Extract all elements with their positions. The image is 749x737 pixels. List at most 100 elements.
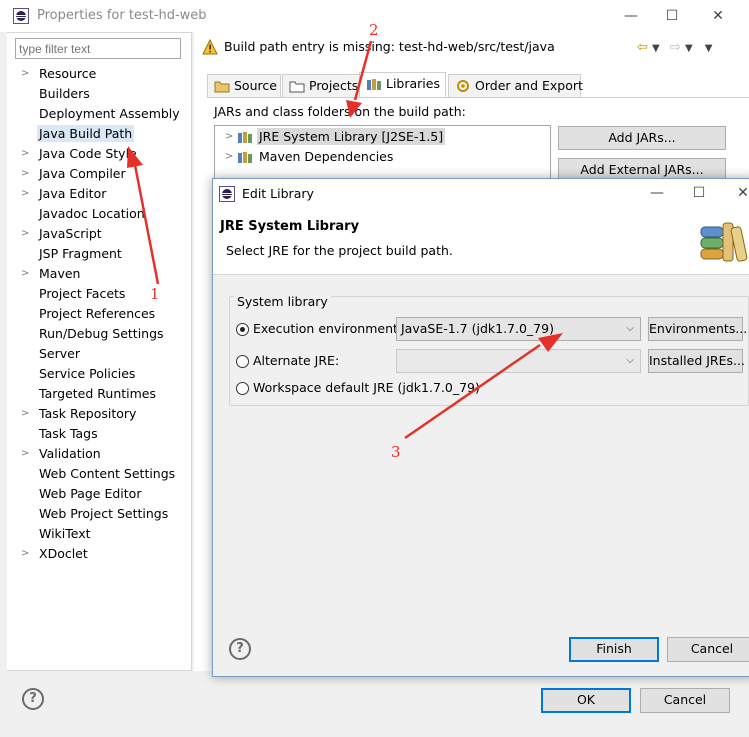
- tree-item[interactable]: Project Facets: [16, 284, 191, 304]
- library-icon: [238, 132, 252, 143]
- expand-icon[interactable]: >: [21, 544, 29, 564]
- tree-item[interactable]: Deployment Assembly: [16, 104, 191, 124]
- execution-env-radio[interactable]: Execution environment:: [236, 320, 402, 338]
- tree-item[interactable]: Java Build Path: [16, 124, 191, 144]
- radio-unselected-indicator[interactable]: [236, 355, 249, 368]
- tree-item[interactable]: > Maven: [16, 264, 191, 284]
- finish-button[interactable]: Finish: [569, 637, 659, 662]
- tree-item[interactable]: Service Policies: [16, 364, 191, 384]
- dialog-subheading: Select JRE for the project build path.: [226, 243, 453, 258]
- alternate-jre-label: Alternate JRE:: [253, 353, 340, 368]
- close-button[interactable]: ✕: [708, 6, 728, 26]
- libraries-icon: [367, 79, 381, 90]
- workspace-default-radio[interactable]: Workspace default JRE (jdk1.7.0_79): [236, 379, 480, 397]
- environments-button[interactable]: Environments...: [648, 317, 747, 341]
- tree-item[interactable]: Project References: [16, 304, 191, 324]
- tree-item[interactable]: Builders: [16, 84, 191, 104]
- tree-item-label: Task Repository: [39, 406, 137, 421]
- library-item-jre[interactable]: > JRE System Library [J2SE-1.5]: [215, 127, 446, 147]
- tree-item[interactable]: Run/Debug Settings: [16, 324, 191, 344]
- radio-selected-indicator[interactable]: [236, 323, 249, 336]
- tree-item[interactable]: > XDoclet: [16, 544, 191, 564]
- library-books-icon: [700, 222, 748, 262]
- tab-libraries[interactable]: Libraries: [359, 72, 446, 98]
- tree-item[interactable]: Targeted Runtimes: [16, 384, 191, 404]
- tree-item[interactable]: Web Page Editor: [16, 484, 191, 504]
- tree-item[interactable]: > Java Code Style: [16, 144, 191, 164]
- dialog-header: JRE System Library Select JRE for the pr…: [213, 209, 749, 275]
- tab-projects-label: Projects: [309, 78, 359, 93]
- annotation-label-3: 3: [391, 443, 401, 461]
- system-library-label: System library: [234, 294, 331, 309]
- tree-item[interactable]: > Task Repository: [16, 404, 191, 424]
- tree-item[interactable]: > Resource: [16, 64, 191, 84]
- alternate-jre-radio[interactable]: Alternate JRE:: [236, 352, 339, 370]
- window-title: Properties for test-hd-web: [37, 8, 207, 23]
- annotation-label-1: 1: [150, 285, 160, 303]
- tree-item[interactable]: > Validation: [16, 444, 191, 464]
- radio-unselected-indicator[interactable]: [236, 382, 249, 395]
- tree-item[interactable]: Web Project Settings: [16, 504, 191, 524]
- back-arrow-icon[interactable]: ⇦: [637, 40, 648, 55]
- expand-icon[interactable]: >: [21, 264, 29, 284]
- tree-item-label: JSP Fragment: [39, 246, 122, 261]
- expand-icon[interactable]: >: [21, 184, 29, 204]
- expand-icon[interactable]: >: [21, 144, 29, 164]
- filter-input[interactable]: [15, 38, 181, 59]
- tree-item[interactable]: > Java Editor: [16, 184, 191, 204]
- ok-button[interactable]: OK: [541, 688, 631, 713]
- tab-order-export-label: Order and Export: [475, 78, 583, 93]
- chevron-down-icon: ⌵: [626, 355, 634, 366]
- tree-item-label: Deployment Assembly: [39, 106, 180, 121]
- tree-item[interactable]: Server: [16, 344, 191, 364]
- expand-icon[interactable]: >: [225, 127, 233, 147]
- dialog-help-icon[interactable]: ?: [229, 638, 251, 660]
- tree-item[interactable]: > JavaScript: [16, 224, 191, 244]
- execution-env-combo[interactable]: JavaSE-1.7 (jdk1.7.0_79) ⌵: [396, 317, 641, 341]
- dialog-maximize-button[interactable]: ☐: [689, 183, 709, 203]
- tree-item-label: WikiText: [39, 526, 91, 541]
- tree-item-label: Java Code Style: [39, 146, 137, 161]
- alternate-jre-combo[interactable]: ⌵: [396, 349, 641, 373]
- expand-icon[interactable]: >: [21, 444, 29, 464]
- expand-icon[interactable]: >: [21, 64, 29, 84]
- expand-icon[interactable]: >: [21, 224, 29, 244]
- dialog-cancel-button[interactable]: Cancel: [667, 637, 749, 662]
- help-icon[interactable]: ?: [22, 688, 44, 710]
- dialog-titlebar: Edit Library — ☐ ✕: [213, 179, 749, 209]
- forward-arrow-icon[interactable]: ⇨: [670, 40, 681, 55]
- execution-env-value: JavaSE-1.7 (jdk1.7.0_79): [401, 321, 554, 336]
- tab-projects[interactable]: Projects: [282, 74, 364, 98]
- tree-item-label: Run/Debug Settings: [39, 326, 164, 341]
- tree-item[interactable]: WikiText: [16, 524, 191, 544]
- dialog-title: Edit Library: [242, 186, 314, 201]
- tree-item[interactable]: > Java Compiler: [16, 164, 191, 184]
- expand-icon[interactable]: >: [225, 147, 233, 167]
- tab-order-export[interactable]: Order and Export: [448, 74, 583, 98]
- eclipse-app-icon: [219, 186, 235, 202]
- forward-dropdown-icon[interactable]: ▼: [685, 43, 693, 54]
- chevron-down-icon: ⌵: [626, 323, 634, 334]
- tree-item[interactable]: Task Tags: [16, 424, 191, 444]
- tab-source[interactable]: Source: [207, 74, 281, 98]
- maximize-button[interactable]: ☐: [662, 6, 682, 26]
- libraries-tree[interactable]: > JRE System Library [J2SE-1.5] > Maven …: [214, 125, 551, 180]
- dialog-minimize-button[interactable]: —: [647, 183, 667, 203]
- tree-item-label: Web Project Settings: [39, 506, 169, 521]
- view-menu-icon[interactable]: ▼: [705, 43, 713, 54]
- add-jars-button[interactable]: Add JARs...: [558, 126, 726, 150]
- expand-icon[interactable]: >: [21, 164, 29, 184]
- dialog-close-button[interactable]: ✕: [733, 183, 749, 203]
- back-dropdown-icon[interactable]: ▼: [652, 43, 660, 54]
- dialog-heading: JRE System Library: [220, 219, 360, 234]
- tree-item[interactable]: JSP Fragment: [16, 244, 191, 264]
- expand-icon[interactable]: >: [21, 404, 29, 424]
- library-item-maven[interactable]: > Maven Dependencies: [215, 147, 393, 167]
- tree-item[interactable]: Javadoc Location: [16, 204, 191, 224]
- outer-cancel-button[interactable]: Cancel: [640, 688, 730, 713]
- warning-icon: [202, 39, 218, 55]
- tree-item[interactable]: Web Content Settings: [16, 464, 191, 484]
- tree-item-label: Java Compiler: [39, 166, 126, 181]
- installed-jres-button[interactable]: Installed JREs...: [648, 349, 745, 373]
- minimize-button[interactable]: —: [621, 6, 641, 26]
